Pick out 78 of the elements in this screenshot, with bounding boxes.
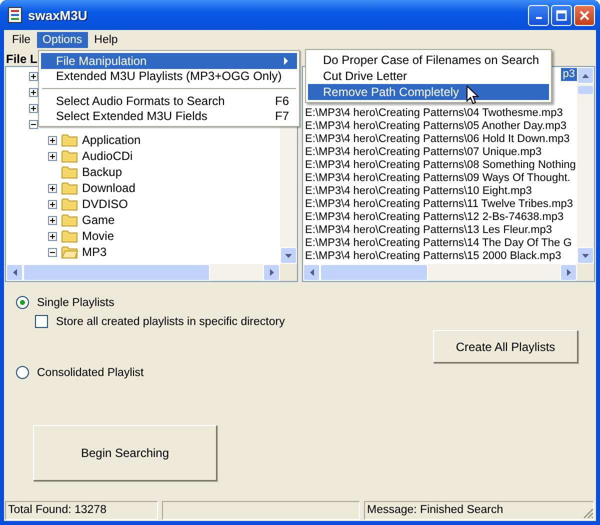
menu-item[interactable]: Cut Drive Letter — [308, 68, 549, 84]
menu-item[interactable]: File — [6, 32, 37, 48]
file-row[interactable]: E:\MP3\4 hero\Creating Patterns\09 Ways Of Thought. — [303, 172, 570, 185]
document-icon — [8, 7, 22, 23]
vertical-scrollbar[interactable] — [577, 67, 594, 264]
menu-item[interactable]: Help — [88, 32, 124, 48]
expander-icon[interactable] — [29, 72, 38, 80]
maximize-icon — [556, 10, 567, 20]
file-row[interactable]: E:\MP3\4 hero\Creating Patterns\15 2000 Black.mp3 — [303, 250, 562, 263]
scroll-left-icon[interactable] — [12, 269, 16, 276]
expander-icon[interactable] — [48, 248, 57, 256]
menu-item[interactable]: Select Audio Formats to Search F6 — [41, 93, 297, 108]
menu-item[interactable]: File Manipulation — [41, 53, 297, 68]
menu-item[interactable]: Select Extended M3U Fields F7 — [41, 108, 297, 124]
file-row[interactable]: E:\MP3\4 hero\Creating Patterns\12 2-Bs-74638.mp3 — [303, 211, 564, 224]
folder-label[interactable]: Backup — [82, 165, 122, 179]
expander-icon[interactable] — [29, 88, 38, 96]
file-row[interactable]: E:\MP3\4 hero\Creating Patterns\04 Twothesme.mp3 — [303, 107, 563, 120]
folder-icon — [61, 229, 78, 243]
folder-label[interactable]: MP3 — [82, 245, 107, 259]
expander-icon[interactable] — [29, 104, 38, 112]
scroll-right-icon[interactable] — [270, 269, 274, 276]
maximize-button[interactable] — [551, 4, 572, 26]
status-panel: Total Found: 13278 — [5, 501, 158, 520]
file-row[interactable]: E:\MP3\4 hero\Creating Patterns\14 The Day Of The G — [303, 237, 572, 250]
close-button[interactable] — [574, 4, 595, 26]
file-row[interactable]: E:\MP3\4 hero\Creating Patterns\07 Unique.mp3 — [303, 146, 542, 159]
menu-item[interactable]: Extended M3U Playlists (MP3+OGG Only) — [41, 68, 297, 84]
expander-icon[interactable] — [29, 120, 38, 128]
expander-icon[interactable] — [48, 136, 57, 144]
status-panel: Message: Finished Search — [364, 501, 594, 520]
file-row[interactable]: E:\MP3\4 hero\Creating Patterns\13 Les Fleur.mp3 — [303, 224, 552, 237]
radio-option[interactable]: Consolidated Playlist — [16, 366, 433, 379]
folder-icon — [61, 149, 78, 163]
menu-item[interactable]: Do Proper Case of Filenames on Search — [308, 52, 549, 68]
folder-label[interactable]: Movie — [82, 229, 114, 243]
menu-item[interactable]: Remove Path Completely — [308, 84, 549, 100]
file-row[interactable]: E:\MP3\4 hero\Creating Patterns\11 Twelve Tribes.mp3 — [303, 198, 574, 211]
begin-searching-button[interactable]: Begin Searching — [33, 425, 217, 481]
resize-grip-icon[interactable] — [582, 507, 594, 519]
folder-icon — [61, 181, 78, 195]
minimize-icon — [536, 17, 542, 19]
scroll-right-icon[interactable] — [566, 269, 570, 276]
folder-label[interactable]: Application — [82, 133, 141, 147]
expander-icon[interactable] — [48, 152, 57, 160]
pane-header: File L — [5, 52, 38, 66]
create-playlists-button[interactable]: Create All Playlists — [433, 330, 578, 363]
menu-item[interactable]: Options — [36, 32, 88, 48]
radio-option[interactable]: Single Playlists — [16, 296, 433, 309]
scroll-down-icon[interactable] — [285, 254, 292, 258]
file-row[interactable]: E:\MP3\4 hero\Creating Patterns\06 Hold It Down.mp3 — [303, 133, 570, 146]
minimize-button[interactable] — [528, 4, 549, 26]
file-row[interactable]: E:\MP3\4 hero\Creating Patterns\05 Another Day.mp3 — [303, 120, 566, 133]
window-title: swaxM3U — [28, 8, 88, 22]
expander-icon[interactable] — [48, 216, 57, 224]
folder-label[interactable]: AudioCDi — [82, 149, 133, 163]
file-row[interactable]: E:\MP3\4 hero\Creating Patterns\08 Something Nothing — [303, 159, 576, 172]
folder-label[interactable]: Download — [82, 181, 136, 195]
expander-icon[interactable] — [48, 184, 57, 192]
close-icon — [579, 10, 590, 20]
folder-icon — [61, 197, 78, 211]
scroll-thumb[interactable] — [578, 86, 593, 94]
file-row[interactable]: p3 — [560, 68, 577, 81]
scroll-up-icon[interactable] — [582, 74, 589, 78]
horizontal-scrollbar[interactable] — [303, 264, 594, 281]
folder-icon — [61, 165, 78, 179]
checkbox-option[interactable]: Store all created playlists in specific directory — [35, 315, 433, 328]
folder-icon — [61, 133, 78, 147]
folder-label[interactable]: DVDISO — [82, 197, 128, 211]
folder-label[interactable]: Game — [82, 213, 115, 227]
expander-icon[interactable] — [48, 232, 57, 240]
scroll-down-icon[interactable] — [582, 254, 589, 258]
file-row[interactable]: E:\MP3\4 hero\Creating Patterns\10 Eight.mp3 — [303, 185, 532, 198]
expander-icon[interactable] — [48, 200, 57, 208]
folder-icon — [61, 245, 78, 259]
folder-icon — [61, 213, 78, 227]
horizontal-scrollbar[interactable] — [6, 264, 297, 281]
scroll-left-icon[interactable] — [310, 269, 314, 276]
